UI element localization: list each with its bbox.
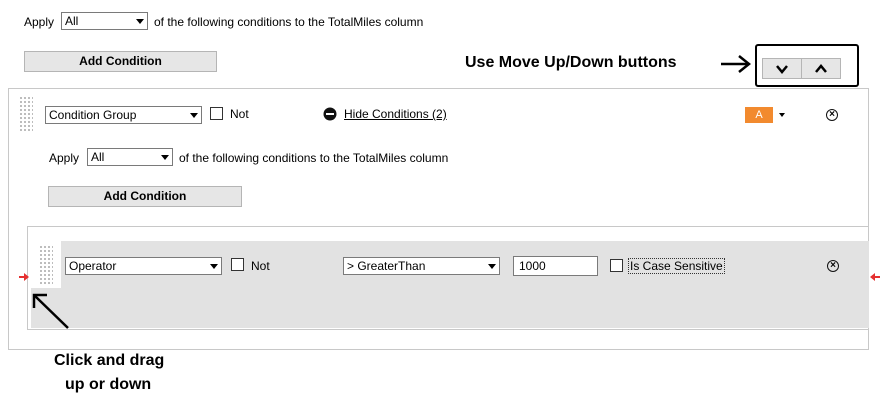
- right-marker-icon: [870, 273, 880, 281]
- group-not-checkbox[interactable]: [210, 107, 223, 120]
- hide-conditions-link[interactable]: Hide Conditions (2): [344, 107, 447, 121]
- apply-label: Apply: [24, 15, 55, 29]
- drag-annotation-line2: up or down: [65, 376, 152, 393]
- operator-value: > GreaterThan: [347, 259, 426, 273]
- dropdown-arrow-icon: [161, 155, 169, 160]
- drag-handle-icon[interactable]: [39, 245, 53, 285]
- apply-select[interactable]: All: [61, 12, 148, 30]
- condition-not-label: Not: [251, 259, 270, 273]
- condition-type-value: Operator: [69, 259, 117, 273]
- move-buttons-annotation: Use Move Up/Down buttons: [465, 54, 677, 71]
- dropdown-arrow-icon: [190, 113, 198, 118]
- group-apply-select[interactable]: All: [87, 148, 173, 166]
- group-type-select[interactable]: Condition Group: [45, 106, 202, 124]
- chevron-up-icon: [815, 64, 827, 73]
- condition-value-input[interactable]: 1000: [513, 256, 598, 276]
- apply-suffix: of the following conditions to the Total…: [154, 15, 424, 29]
- left-marker-icon: [19, 273, 29, 281]
- close-circle-icon[interactable]: ×: [827, 260, 839, 272]
- case-sensitive-checkbox[interactable]: [610, 259, 623, 272]
- group-apply-value: All: [91, 150, 105, 164]
- group-drag-handle[interactable]: [19, 96, 33, 132]
- badge-dropdown-icon[interactable]: [779, 113, 785, 117]
- group-type-value: Condition Group: [49, 108, 137, 122]
- group-not-label: Not: [230, 107, 249, 121]
- drag-annotation-line1: Click and drag: [54, 352, 165, 369]
- operator-select[interactable]: > GreaterThan: [343, 257, 500, 275]
- condition-value-text: 1000: [519, 259, 546, 273]
- arrow-up-left-icon: [32, 293, 69, 329]
- minus-circle-icon[interactable]: [323, 107, 337, 121]
- group-add-condition-button[interactable]: Add Condition: [48, 186, 242, 207]
- badge-label: A: [755, 109, 763, 121]
- group-apply-suffix: of the following conditions to the Total…: [179, 151, 449, 165]
- apply-select-value: All: [65, 14, 79, 28]
- condition-panel: [31, 241, 869, 328]
- close-circle-icon[interactable]: ×: [826, 109, 838, 121]
- group-apply-label: Apply: [49, 151, 80, 165]
- dropdown-arrow-icon: [210, 264, 218, 269]
- arrow-right-icon: [721, 55, 752, 73]
- dropdown-arrow-icon: [136, 19, 144, 24]
- group-add-condition-label: Add Condition: [103, 189, 187, 203]
- condition-type-select[interactable]: Operator: [65, 257, 222, 275]
- condition-not-checkbox[interactable]: [231, 258, 244, 271]
- add-condition-label: Add Condition: [79, 54, 162, 68]
- case-sensitive-label[interactable]: Is Case Sensitive: [628, 258, 725, 274]
- badge-a[interactable]: A: [745, 107, 773, 123]
- move-up-button[interactable]: [801, 58, 841, 79]
- move-down-button[interactable]: [762, 58, 802, 79]
- add-condition-button[interactable]: Add Condition: [24, 51, 217, 72]
- dropdown-arrow-icon: [488, 264, 496, 269]
- chevron-down-icon: [776, 65, 788, 74]
